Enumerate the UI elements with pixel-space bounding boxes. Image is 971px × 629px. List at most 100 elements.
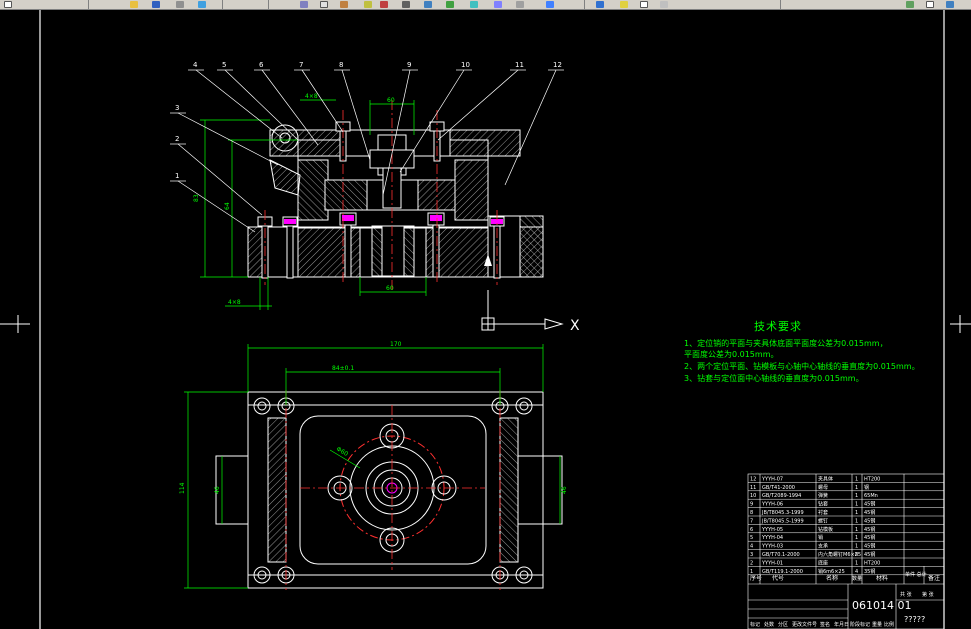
title-block-cell: 12 [750, 476, 756, 482]
match-icon[interactable] [364, 1, 372, 8]
title-block-cell: 螺钉 [818, 517, 828, 524]
title-block-cell: 销6m6×25 [818, 568, 845, 575]
balloon-number: 8 [339, 61, 343, 69]
ucs-x-label: X [570, 318, 580, 334]
title-block-cell: 1 [855, 544, 858, 550]
title-block-cell: 弹簧 [818, 492, 828, 499]
tb-label-change: 更改文件号 [792, 621, 817, 628]
dim-plan-right-inner: 46 [561, 486, 568, 494]
balloon-number: 11 [515, 61, 524, 69]
title-block-cell: 夹具体 [818, 475, 833, 482]
zoom-window-icon[interactable] [494, 1, 502, 8]
preview-icon[interactable] [198, 1, 206, 8]
title-block-cell: YYYH-05 [761, 527, 783, 533]
title-block-cell: YYYH-04 [761, 535, 783, 541]
title-block-cell: GB/T2089-1994 [762, 493, 801, 499]
title-block-cell: 45钢 [864, 543, 875, 550]
plotstyle-icon[interactable] [946, 1, 954, 8]
text-icon[interactable] [402, 1, 410, 8]
balloon-leader-line [399, 69, 465, 173]
title-block-cell: JB/T8045.5-1999 [761, 518, 804, 524]
light-icon[interactable] [620, 1, 628, 8]
title-block-cell: 11 [750, 485, 756, 491]
balloon-leader-line [177, 112, 279, 166]
tech-req-line-4: 3、钻套与定位面中心轴线的垂直度为0.015mm。 [684, 374, 864, 383]
title-block-cell: 1 [855, 476, 858, 482]
title-block-cell: 3 [750, 552, 753, 558]
open-icon[interactable] [130, 1, 138, 8]
copy-icon[interactable] [320, 1, 328, 8]
cut-icon[interactable] [300, 1, 308, 8]
tb-header-mat: 材料 [876, 574, 888, 582]
title-block-rows: 12 YYYH-07 夹具体 1 HT20011 GB/T41-2000 螺母 1 钢10 GB/… [748, 475, 944, 576]
lineweight-icon[interactable] [926, 1, 934, 8]
title-block-cell: 衬套 [818, 509, 828, 516]
toolbar-separator [780, 0, 781, 9]
tb-label-sheet: 第 张 [922, 591, 934, 598]
balloon-number: 4 [193, 61, 198, 69]
toolbar-separator [268, 0, 269, 9]
title-block-cell: 底座 [818, 559, 828, 566]
dim-height-inner: 64 [224, 202, 231, 210]
title-block-cell: 8 [855, 552, 858, 558]
title-block-cell: 5 [750, 535, 753, 541]
drawing-canvas[interactable]: 60 4×8 83 64 60 4×8 1234 5 6 7 8 9 10 11 12 X [0, 10, 971, 629]
title-block-cell: 1 [855, 527, 858, 533]
toolbar-separator [88, 0, 89, 9]
tech-req-line-3: 2、两个定位平面、钻模板与心轴中心轴线的垂直度为0.015mm。 [684, 362, 920, 371]
tb-label-count: 处数 [764, 621, 774, 628]
title-block-cell: 7 [750, 518, 753, 524]
title-block-cell: 钻模板 [818, 526, 833, 533]
zoom-prev-icon[interactable] [516, 1, 524, 8]
title-block-cell: 4 [750, 544, 753, 550]
undo-icon[interactable] [380, 1, 388, 8]
title-block-cell: 1 [855, 560, 858, 566]
plan-center-lines [285, 390, 501, 590]
title-block-cell: JB/T8045.3-1999 [761, 510, 804, 516]
toolbar [0, 0, 971, 10]
title-block-cell: 钢 [864, 484, 869, 491]
title-block-cell: 45钢 [864, 509, 875, 516]
tb-header-code: 代号 [772, 574, 784, 582]
print-icon[interactable] [176, 1, 184, 8]
title-block-cell: 螺母 [818, 484, 828, 491]
pan-icon[interactable] [470, 1, 478, 8]
color-icon[interactable] [640, 1, 648, 8]
dim-height-total: 83 [193, 194, 200, 202]
title-block-cell: 45钢 [864, 526, 875, 533]
balloon-leader-line [224, 69, 299, 141]
tb-header-no: 序号 [750, 574, 762, 582]
title-block-cell: 1 [855, 535, 858, 541]
save-icon[interactable] [152, 1, 160, 8]
tb-header-name: 名称 [826, 574, 838, 582]
plan-view [215, 391, 563, 589]
title-block-cell: 65Mn [864, 493, 878, 499]
linetype-icon[interactable] [906, 1, 914, 8]
tb-label-sign: 签名 [820, 621, 830, 628]
title-block-cell: 35钢 [864, 568, 875, 575]
title-block-cell: GB/T41-2000 [762, 485, 795, 491]
tb-header-wt: 单件 总计 [905, 571, 927, 578]
title-block-cell: HT200 [864, 560, 880, 566]
tech-req-line-2: 平面度公差为0.015mm。 [684, 350, 779, 359]
tb-label-scale: 比例 [884, 621, 894, 628]
balloon-leader-line [177, 180, 256, 233]
paste-icon[interactable] [340, 1, 348, 8]
tb-label-weight: 重量 [872, 621, 882, 628]
zoom-icon[interactable] [446, 1, 454, 8]
title-block-cell: 10 [750, 493, 756, 499]
dim-top-width: 60 [387, 97, 395, 104]
dim-plan-height: 114 [179, 482, 186, 494]
tb-name-placeholder: ????? [904, 615, 925, 624]
table-icon[interactable] [424, 1, 432, 8]
balloon-leader-line [301, 69, 344, 133]
new-icon[interactable] [4, 1, 12, 8]
dim-left-bolt: 4×8 [305, 93, 318, 100]
title-block-cell: 9 [750, 502, 753, 508]
layer-icon[interactable] [596, 1, 604, 8]
lock-icon[interactable] [660, 1, 668, 8]
properties-icon[interactable] [546, 1, 554, 8]
balloon-number: 10 [461, 61, 470, 69]
balloon-number: 1 [175, 172, 179, 180]
balloon-number: 3 [175, 104, 179, 112]
